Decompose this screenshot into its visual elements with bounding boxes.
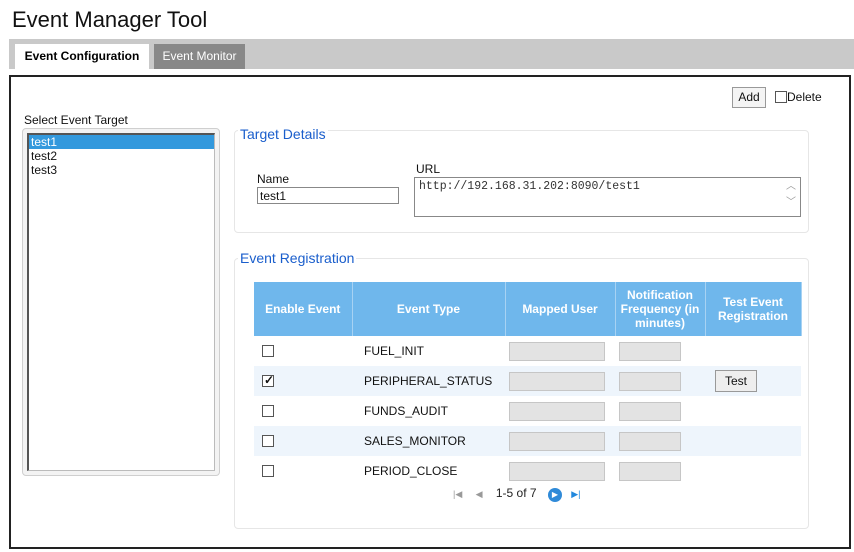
table-header-row: Enable Event Event Type Mapped User Noti…: [254, 282, 802, 336]
name-label: Name: [257, 172, 290, 186]
frequency-field[interactable]: [619, 431, 681, 451]
tab-bar: Event Configuration Event Monitor: [9, 39, 854, 69]
delete-label: Delete: [787, 90, 822, 104]
delete-checkbox[interactable]: [775, 91, 787, 103]
target-details-title: Target Details: [238, 126, 328, 142]
target-item-test3[interactable]: test3: [29, 163, 214, 177]
target-list[interactable]: test1 test2 test3: [27, 133, 215, 471]
mapped-user-field[interactable]: [509, 401, 605, 421]
main-panel: Add Delete Select Event Target test1 tes…: [9, 75, 851, 549]
delete-toggle[interactable]: Delete: [775, 89, 822, 105]
event-type-cell: FUNDS_AUDIT: [364, 404, 449, 418]
enable-event-checkbox[interactable]: [262, 435, 274, 447]
pagination: |◀ ◀ 1-5 of 7 ▶ ▶|: [453, 486, 591, 502]
table-row: PERIPHERAL_STATUS Test: [254, 366, 801, 396]
add-button[interactable]: Add: [732, 87, 766, 108]
column-test-event-registration: Test Event Registration: [705, 282, 802, 336]
last-page-icon[interactable]: ▶|: [571, 489, 580, 500]
target-item-test1[interactable]: test1: [29, 135, 214, 149]
frequency-field[interactable]: [619, 401, 681, 421]
enable-event-checkbox[interactable]: [262, 465, 274, 477]
table-row: SALES_MONITOR: [254, 426, 801, 456]
test-button[interactable]: Test: [715, 370, 757, 392]
frequency-field[interactable]: [619, 371, 681, 391]
pagination-status: 1-5 of 7: [495, 486, 537, 500]
column-mapped-user: Mapped User: [505, 282, 616, 336]
frequency-field[interactable]: [619, 341, 681, 361]
mapped-user-field[interactable]: [509, 431, 605, 451]
table-row: FUEL_INIT: [254, 336, 801, 366]
enable-event-checkbox[interactable]: [262, 373, 274, 387]
next-page-icon[interactable]: ▶: [547, 488, 562, 502]
enable-event-checkbox[interactable]: [262, 405, 274, 417]
event-type-cell: PERIOD_CLOSE: [364, 464, 458, 478]
mapped-user-field[interactable]: [509, 461, 605, 481]
url-label: URL: [416, 162, 441, 176]
tab-event-monitor[interactable]: Event Monitor: [154, 44, 245, 69]
url-field[interactable]: http://192.168.31.202:8090/test1 ︿ ﹀: [414, 177, 801, 217]
event-registration-table: Enable Event Event Type Mapped User Noti…: [254, 282, 802, 486]
first-page-icon[interactable]: |◀: [453, 489, 462, 500]
url-value: http://192.168.31.202:8090/test1: [419, 180, 640, 193]
prev-page-icon[interactable]: ◀: [476, 489, 483, 500]
tab-event-configuration[interactable]: Event Configuration: [15, 44, 149, 69]
column-event-type: Event Type: [352, 282, 506, 336]
column-enable-event: Enable Event: [254, 282, 353, 336]
target-item-test2[interactable]: test2: [29, 149, 214, 163]
enable-event-checkbox[interactable]: [262, 345, 274, 357]
mapped-user-field[interactable]: [509, 341, 605, 361]
name-field[interactable]: test1: [257, 187, 399, 204]
chevron-up-icon[interactable]: ︿: [784, 180, 798, 196]
chevron-down-icon[interactable]: ﹀: [784, 196, 798, 212]
table-row: FUNDS_AUDIT: [254, 396, 801, 426]
event-type-cell: PERIPHERAL_STATUS: [352, 366, 505, 396]
select-target-label: Select Event Target: [24, 113, 128, 127]
event-type-cell: FUEL_INIT: [364, 344, 425, 358]
column-notification-frequency: Notification Frequency (in minutes): [615, 282, 706, 336]
url-scrollbar[interactable]: ︿ ﹀: [784, 180, 798, 214]
frequency-field[interactable]: [619, 461, 681, 481]
app-title: Event Manager Tool: [12, 7, 208, 32]
event-registration-title: Event Registration: [238, 250, 357, 266]
table-row: PERIOD_CLOSE: [254, 456, 801, 486]
mapped-user-field[interactable]: [509, 371, 605, 391]
event-type-cell: SALES_MONITOR: [352, 426, 505, 456]
target-list-panel: test1 test2 test3: [22, 128, 220, 476]
